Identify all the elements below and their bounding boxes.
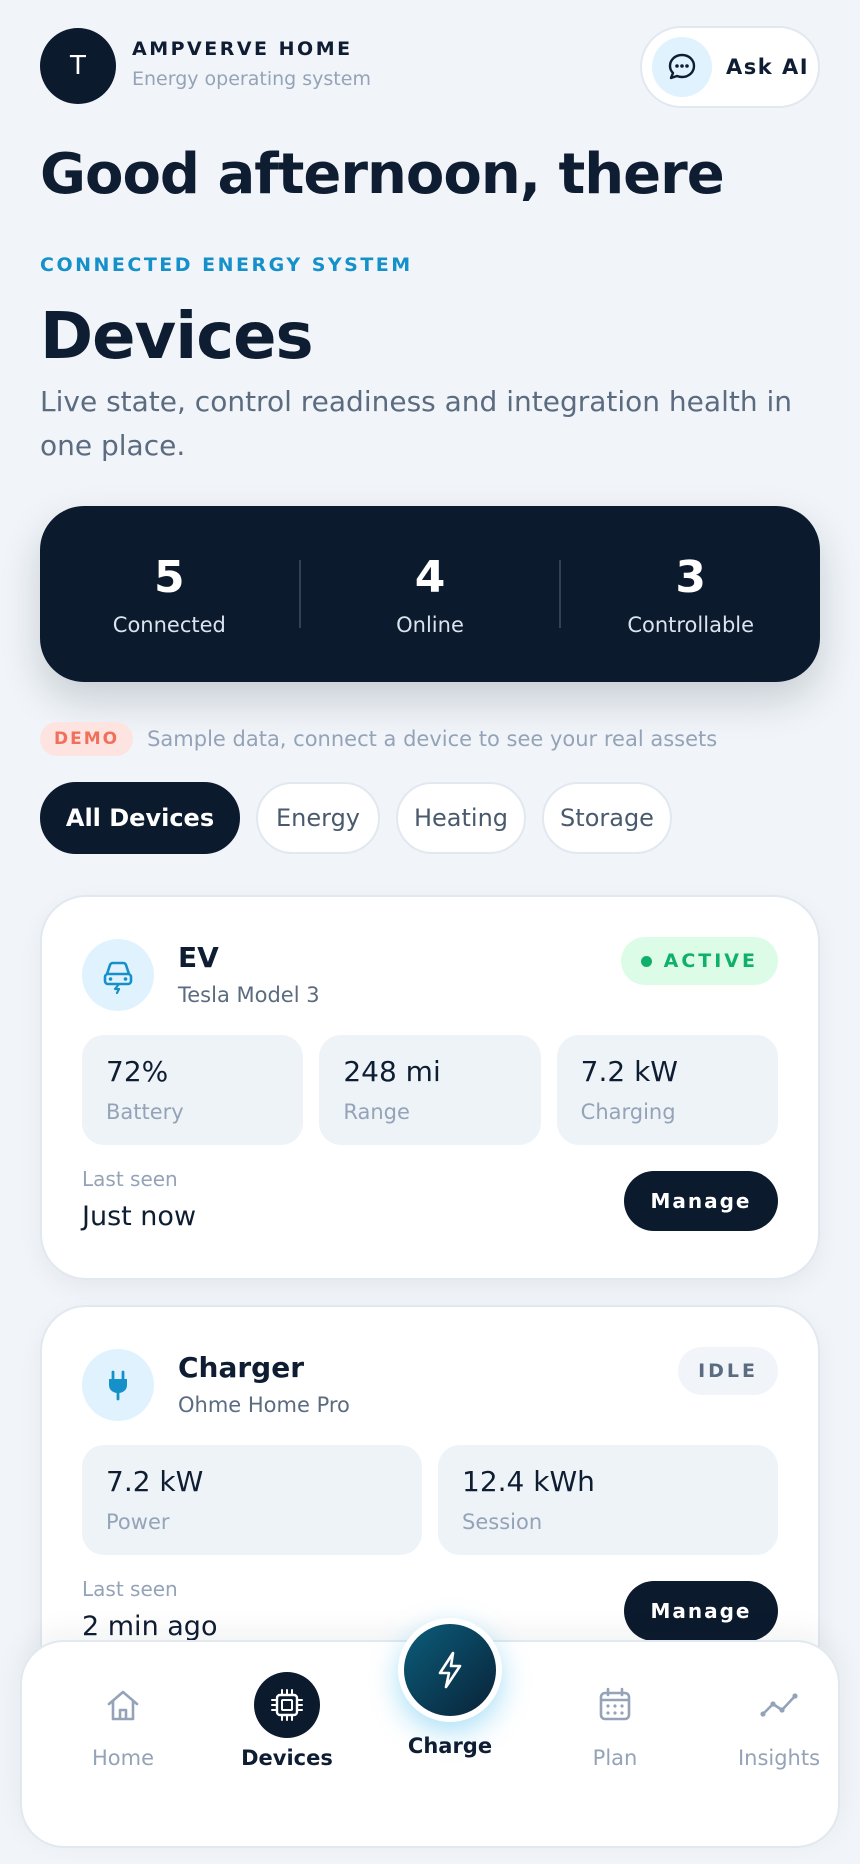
metric-charging: 7.2 kW Charging: [556, 1035, 778, 1145]
metric-power: 7.2 kW Power: [82, 1445, 422, 1555]
filter-energy[interactable]: Energy: [256, 782, 380, 854]
stat-value: 3: [675, 551, 706, 603]
app-header: T AMPVERVE HOME Energy operating system …: [40, 26, 820, 108]
metric-label: Power: [106, 1510, 170, 1534]
chat-bubble-icon: [652, 37, 712, 97]
nav-label-charge: Charge: [407, 1734, 493, 1758]
metric-label: Charging: [580, 1100, 676, 1124]
metric-value: 72%: [106, 1055, 169, 1088]
last-seen-value: 2 min ago: [82, 1611, 218, 1642]
metric-battery: 72% Battery: [82, 1035, 304, 1145]
charge-button[interactable]: [398, 1618, 502, 1722]
metric-value: 7.2 kW: [106, 1465, 204, 1498]
demo-text: Sample data, connect a device to see you…: [147, 727, 718, 751]
status-dot: [640, 955, 652, 967]
device-name: Charger: [178, 1351, 305, 1384]
device-name: EV: [178, 941, 219, 974]
demo-badge: DEMO: [40, 722, 134, 756]
greeting: Good afternoon, there: [40, 142, 725, 207]
nav-insights[interactable]: Insights: [704, 1672, 854, 1770]
stat-online: 4 Online: [301, 552, 560, 637]
status-badge: IDLE: [678, 1347, 778, 1395]
nav-home[interactable]: Home: [48, 1672, 198, 1770]
bottom-nav: Home Devices Charge Plan Insights: [20, 1618, 840, 1848]
device-card-ev[interactable]: EV Tesla Model 3 ACTIVE 72% Battery 248 …: [40, 895, 820, 1280]
filter-all-devices[interactable]: All Devices: [40, 782, 240, 854]
metric-session: 12.4 kWh Session: [438, 1445, 778, 1555]
calendar-icon: [582, 1672, 648, 1738]
metric-value: 12.4 kWh: [462, 1465, 595, 1498]
manage-button[interactable]: Manage: [624, 1171, 778, 1231]
page-title: Devices: [40, 300, 314, 374]
car-charging-icon: [82, 939, 154, 1011]
metric-label: Session: [462, 1510, 543, 1534]
nav-devices[interactable]: Devices: [212, 1672, 362, 1770]
metric-value: 248 mi: [343, 1055, 441, 1088]
device-metrics: 7.2 kW Power 12.4 kWh Session: [82, 1445, 778, 1555]
stat-controllable: 3 Controllable: [561, 552, 820, 637]
device-model: Ohme Home Pro: [178, 1393, 350, 1417]
filter-storage[interactable]: Storage: [542, 782, 672, 854]
section-eyebrow: CONNECTED ENERGY SYSTEM: [40, 254, 413, 276]
metric-range: 248 mi Range: [319, 1035, 541, 1145]
lightning-icon: [404, 1624, 496, 1716]
nav-plan[interactable]: Plan: [540, 1672, 690, 1770]
manage-button[interactable]: Manage: [624, 1581, 778, 1641]
brand: AMPVERVE HOME Energy operating system: [132, 38, 371, 90]
last-seen-value: Just now: [82, 1201, 197, 1232]
nav-label: Insights: [737, 1746, 821, 1770]
device-filter-tabs: All Devices Energy Heating Storage: [40, 782, 688, 854]
stat-label: Online: [396, 612, 464, 637]
stat-connected: 5 Connected: [40, 552, 299, 637]
nav-label: Devices: [241, 1746, 333, 1770]
plug-icon: [82, 1349, 154, 1421]
demo-notice: DEMO Sample data, connect a device to se…: [40, 722, 717, 756]
stat-label: Connected: [112, 612, 226, 637]
stat-value: 4: [414, 551, 446, 603]
metric-label: Range: [343, 1100, 410, 1124]
avatar[interactable]: T: [40, 28, 116, 104]
last-seen-label: Last seen: [82, 1577, 178, 1601]
nav-label: Home: [91, 1746, 154, 1770]
ask-ai-label: Ask AI: [726, 55, 810, 79]
metric-label: Battery: [106, 1100, 184, 1124]
device-stats-card: 5 Connected 4 Online 3 Controllable: [40, 506, 820, 682]
device-model: Tesla Model 3: [178, 983, 320, 1007]
chip-icon: [254, 1672, 320, 1738]
status-label: ACTIVE: [663, 950, 758, 972]
device-metrics: 72% Battery 248 mi Range 7.2 kW Charging: [82, 1035, 778, 1145]
stat-value: 5: [154, 551, 185, 603]
status-badge: ACTIVE: [620, 937, 778, 985]
home-icon: [90, 1672, 156, 1738]
page-subtitle: Live state, control readiness and integr…: [40, 385, 792, 462]
ask-ai-button[interactable]: Ask AI: [640, 26, 820, 108]
metric-value: 7.2 kW: [580, 1055, 678, 1088]
brand-title: AMPVERVE HOME: [132, 38, 353, 60]
filter-heating[interactable]: Heating: [396, 782, 526, 854]
stat-label: Controllable: [627, 612, 755, 637]
brand-subtitle: Energy operating system: [132, 68, 371, 90]
last-seen-label: Last seen: [82, 1167, 178, 1191]
trend-line-icon: [746, 1672, 812, 1738]
status-label: IDLE: [698, 1360, 758, 1382]
devices-screen: T AMPVERVE HOME Energy operating system …: [0, 0, 860, 1864]
nav-label: Plan: [592, 1746, 638, 1770]
